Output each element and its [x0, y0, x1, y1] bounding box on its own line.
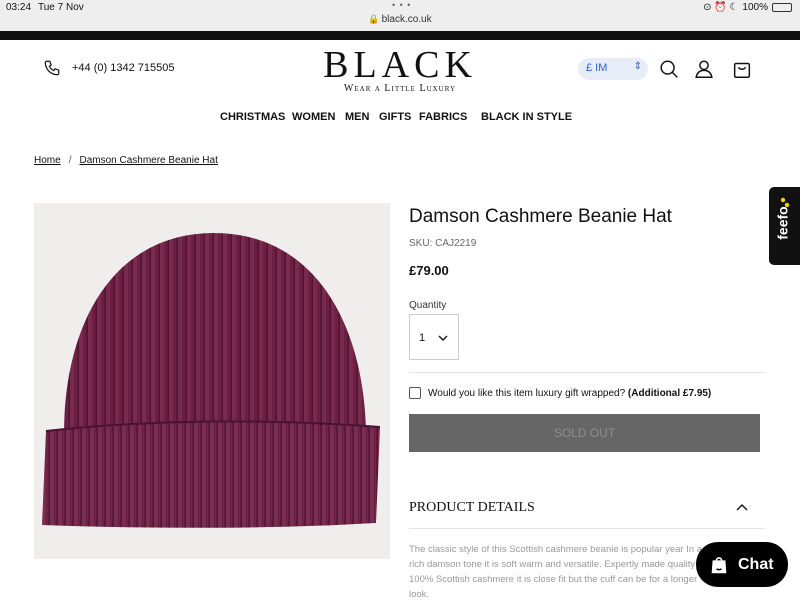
lock-icon: 🔒 — [368, 14, 380, 24]
product-description: The classic style of this Scottish cashm… — [409, 544, 703, 600]
account-icon[interactable] — [693, 58, 715, 80]
chat-bag-icon — [711, 556, 727, 573]
breadcrumb: Home / Damson Cashmere Beanie Hat — [34, 155, 218, 166]
beanie-cuff — [42, 421, 380, 528]
nav-item-christmas[interactable]: CHRISTMAS — [220, 111, 285, 123]
status-date: Tue 7 Nov — [38, 2, 84, 13]
quantity-value: 1 — [419, 332, 426, 344]
chat-button[interactable]: Chat — [696, 542, 788, 587]
divider — [409, 372, 765, 373]
chevron-up-icon[interactable] — [735, 500, 749, 514]
tab-dots-icon[interactable]: • • • — [392, 0, 411, 10]
quantity-select[interactable]: 1 — [409, 314, 459, 360]
gift-wrap-label[interactable]: Would you like this item luxury gift wra… — [428, 388, 711, 399]
nav-item-women[interactable]: WOMEN — [292, 111, 335, 123]
currency-select[interactable]: £ IM ⇕ — [578, 58, 648, 80]
quantity-label: Quantity — [409, 300, 447, 311]
beanie-illustration — [42, 233, 381, 528]
status-icons: ⊙ ⏰ ☾ — [703, 2, 739, 13]
status-time: 03:24 — [6, 2, 32, 13]
address-bar[interactable]: 🔒 black.co.uk — [0, 14, 800, 25]
beanie-crown — [64, 233, 366, 433]
gift-wrap-price: (Additional £7.95) — [627, 388, 712, 399]
breadcrumb-current[interactable]: Damson Cashmere Beanie Hat — [79, 155, 217, 166]
product-image[interactable] — [34, 203, 390, 559]
battery-percent: 100% — [742, 2, 768, 13]
feefo-reviews-tab[interactable]: feefo — [769, 187, 800, 265]
site-logo[interactable]: BLACK Wear a Little Luxury — [0, 46, 800, 94]
product-title: Damson Cashmere Beanie Hat — [409, 206, 672, 227]
chevron-down-icon — [438, 335, 448, 341]
chevron-updown-icon: ⇕ — [633, 61, 642, 72]
feefo-label: feefo — [774, 206, 791, 240]
gift-wrap-checkbox[interactable] — [409, 387, 421, 399]
divider — [409, 528, 765, 529]
search-icon[interactable] — [658, 58, 680, 80]
product-details-heading[interactable]: PRODUCT DETAILS — [409, 500, 535, 516]
browser-bar-strip — [0, 31, 800, 40]
nav-item-fabrics[interactable]: FABRICS — [419, 111, 467, 123]
chat-label: Chat — [738, 555, 774, 573]
product-price: £79.00 — [409, 263, 449, 278]
shopping-bag-icon[interactable] — [731, 58, 753, 80]
gift-wrap-text: Would you like this item luxury gift wra… — [428, 388, 626, 399]
currency-value: £ IM — [586, 62, 608, 74]
breadcrumb-separator: / — [68, 155, 72, 166]
sold-out-button[interactable]: SOLD OUT — [409, 414, 760, 452]
url-text: black.co.uk — [381, 14, 432, 25]
nav-item-black-in-style[interactable]: BLACK IN STYLE — [481, 111, 572, 123]
logo-tagline: Wear a Little Luxury — [343, 83, 457, 94]
nav-item-gifts[interactable]: GIFTS — [379, 111, 411, 123]
logo-text: BLACK — [323, 44, 477, 86]
nav-item-men[interactable]: MEN — [345, 111, 369, 123]
status-indicators: ⊙ ⏰ ☾ 100% — [703, 2, 792, 13]
breadcrumb-home[interactable]: Home — [34, 155, 61, 166]
battery-icon — [772, 3, 792, 12]
status-bar: 03:24 Tue 7 Nov • • • 🔒 black.co.uk ⊙ ⏰ ☾… — [0, 0, 800, 40]
product-sku: SKU: CAJ2219 — [409, 238, 477, 249]
